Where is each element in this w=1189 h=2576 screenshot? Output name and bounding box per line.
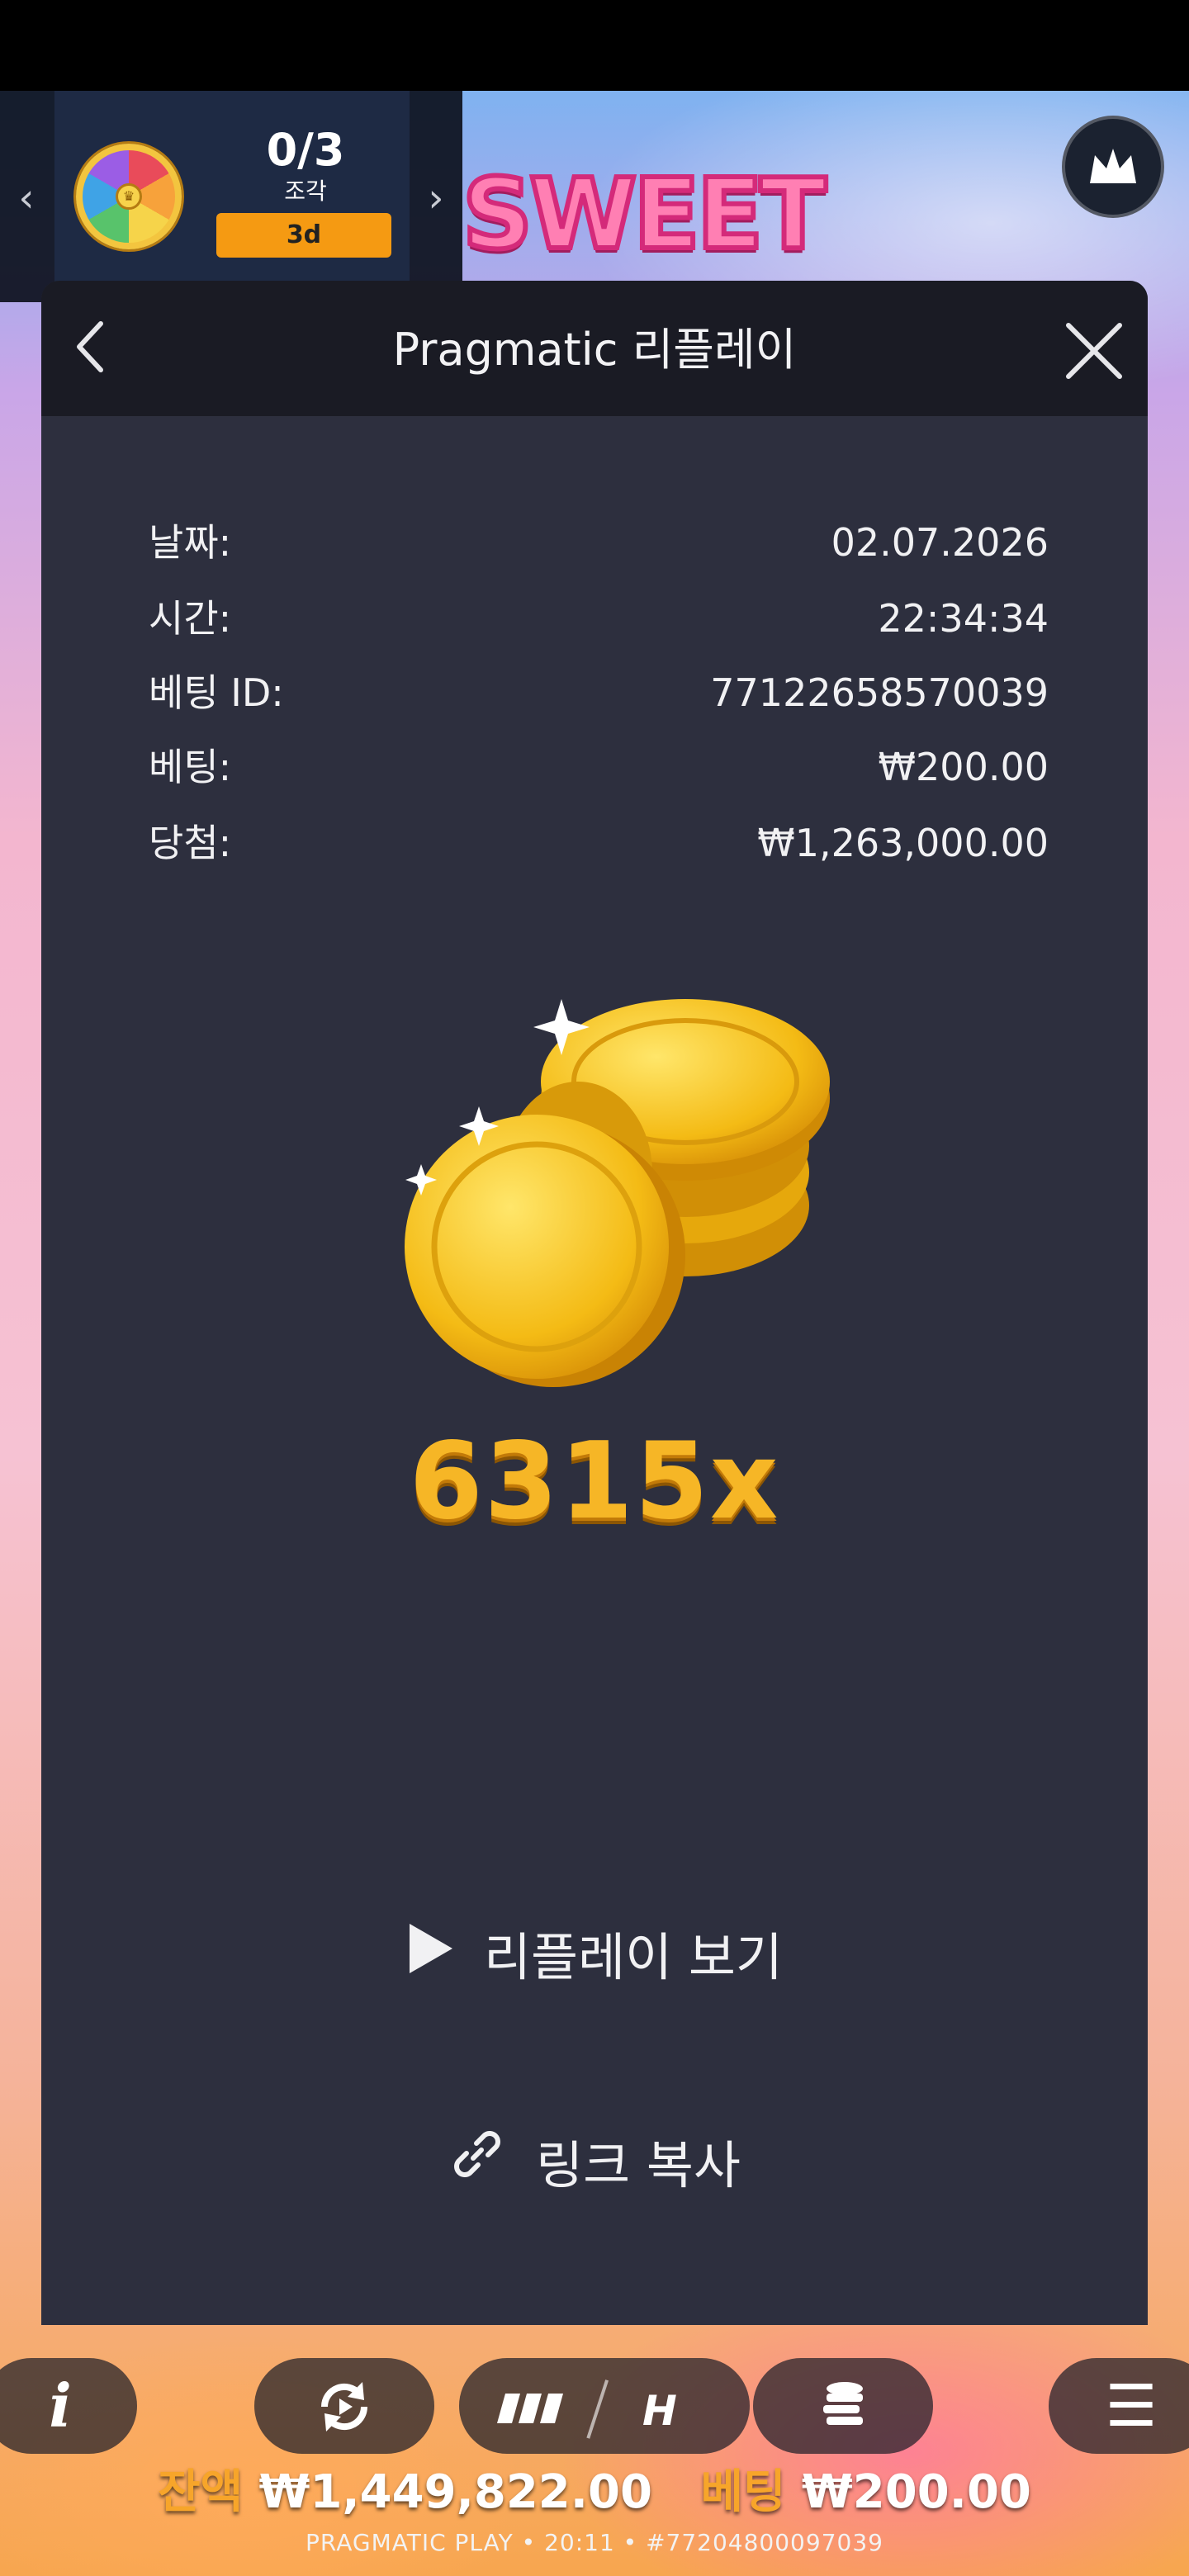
info-button[interactable]: i — [0, 2358, 137, 2454]
info-key: 당첨: — [149, 821, 232, 865]
info-row-win: 당첨: ₩1,263,000.00 — [149, 814, 1049, 872]
close-icon — [1066, 323, 1122, 379]
promo-count: 0/3 — [266, 124, 345, 176]
watch-replay-label: 리플레이 보기 — [484, 1926, 783, 1987]
chevron-right-icon[interactable]: › — [419, 173, 452, 223]
prize-wheel-icon: ♛ — [76, 144, 182, 249]
replay-modal: Pragmatic 리플레이 날짜: 02.07.2026 시간: 22:34:… — [41, 281, 1148, 2325]
balance-line: 잔액 ₩1,449,822.00 베팅 ₩200.00 — [0, 2464, 1189, 2522]
crown-icon — [1090, 149, 1136, 183]
menu-icon: ☰ — [1105, 2372, 1158, 2440]
game-logo: SWEET — [460, 154, 829, 273]
balance-label: 잔액 — [158, 2465, 244, 2519]
bet-value: ₩200.00 — [802, 2465, 1031, 2519]
gold-coins-icon — [388, 966, 850, 1395]
info-key: 베팅: — [149, 745, 232, 789]
autoplay-button[interactable] — [254, 2358, 434, 2454]
info-row-bet-id: 베팅 ID: 77122658570039 — [149, 664, 1049, 722]
promo-label: 조각 — [284, 178, 327, 205]
autoplay-icon — [320, 2381, 368, 2432]
link-icon — [448, 2120, 506, 2211]
watch-replay-button[interactable]: 리플레이 보기 — [41, 1909, 1148, 2000]
modal-title: Pragmatic 리플레이 — [392, 324, 797, 376]
info-row-date: 날짜: 02.07.2026 — [149, 514, 1049, 571]
close-button[interactable] — [1057, 314, 1131, 388]
balance-value: ₩1,449,822.00 — [258, 2465, 652, 2519]
svg-text:H: H — [642, 2387, 677, 2435]
info-value: 02.07.2026 — [831, 520, 1049, 565]
modal-header: Pragmatic 리플레이 — [41, 281, 1148, 416]
info-row-time: 시간: 22:34:34 — [149, 590, 1049, 647]
menu-button[interactable]: ☰ — [1049, 2358, 1189, 2454]
info-value: 22:34:34 — [878, 596, 1049, 641]
info-value: 77122658570039 — [710, 670, 1049, 715]
turbo-icon: H — [497, 2379, 677, 2439]
crown-button[interactable] — [1062, 116, 1164, 218]
info-key: 베팅 ID: — [149, 670, 284, 715]
info-value: ₩200.00 — [878, 745, 1049, 789]
copy-link-button[interactable]: 링크 복사 — [41, 2117, 1148, 2208]
coins-stack-icon — [823, 2381, 863, 2425]
footer-info: PRAGMATIC PLAY • 20:11 • #77204800097039 — [306, 2529, 883, 2556]
play-icon — [406, 1912, 454, 2003]
turbo-button[interactable]: H — [459, 2358, 750, 2454]
bet-label: 베팅 — [700, 2465, 786, 2519]
chevron-left-icon[interactable]: ‹ — [10, 173, 43, 223]
promo-timer-badge: 3d — [216, 213, 391, 258]
info-row-bet: 베팅: ₩200.00 — [149, 738, 1049, 796]
copy-link-label: 링크 복사 — [536, 2134, 741, 2195]
info-icon: i — [49, 2370, 72, 2441]
status-bar-area — [0, 0, 1189, 91]
info-key: 날짜: — [149, 520, 232, 565]
bet-settings-button[interactable] — [753, 2358, 933, 2454]
info-key: 시간: — [149, 596, 232, 641]
win-multiplier: 6315x — [409, 1420, 780, 1543]
info-value: ₩1,263,000.00 — [757, 821, 1049, 865]
